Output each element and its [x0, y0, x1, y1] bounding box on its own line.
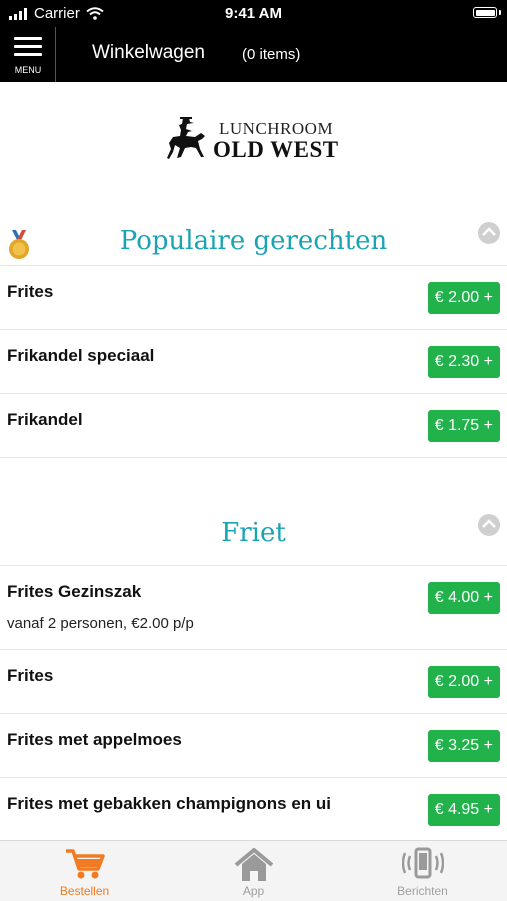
- item-name: Frites met gebakken champignons en ui: [7, 794, 332, 813]
- menu-button[interactable]: MENU: [0, 27, 56, 82]
- status-bar: Carrier 9:41 AM: [0, 0, 507, 27]
- menu-item-row[interactable]: Frites € 2.00 +: [0, 265, 507, 330]
- menu-item-row[interactable]: Frites Gezinszak vanaf 2 personen, €2.00…: [0, 565, 507, 650]
- restaurant-logo: LUNCHROOM OLD WEST: [165, 113, 345, 163]
- battery-tip: [499, 10, 501, 15]
- status-time: 9:41 AM: [225, 5, 282, 22]
- bottom-tab-bar: Bestellen App Berichten: [0, 840, 507, 901]
- section-title: Friet: [221, 518, 286, 548]
- menu-label: MENU: [14, 65, 42, 75]
- collapse-button[interactable]: [478, 514, 500, 536]
- tab-label: App: [242, 884, 265, 898]
- home-icon: [234, 848, 274, 881]
- add-price-button[interactable]: € 2.00 +: [427, 666, 500, 698]
- menu-item-row[interactable]: Frites € 2.00 +: [0, 649, 507, 714]
- add-price-button[interactable]: € 1.75 +: [427, 410, 500, 442]
- cart-icon: [66, 849, 105, 879]
- chevron-up-icon: [482, 227, 496, 236]
- battery-icon: [473, 7, 497, 18]
- section-divider: [0, 457, 507, 458]
- section-title: Populaire gerechten: [119, 226, 388, 256]
- tab-berichten[interactable]: Berichten: [338, 841, 507, 901]
- menu-item-row[interactable]: Frikandel € 1.75 +: [0, 393, 507, 458]
- tab-app[interactable]: App: [169, 841, 338, 901]
- item-name: Frites: [7, 282, 54, 301]
- add-price-button[interactable]: € 4.00 +: [427, 582, 500, 614]
- tab-label: Berichten: [397, 884, 448, 898]
- add-price-button[interactable]: € 4.95 +: [427, 794, 500, 826]
- hamburger-icon: [14, 37, 42, 61]
- cart-item-count: (0 items): [242, 46, 301, 63]
- add-price-button[interactable]: € 2.30 +: [427, 346, 500, 378]
- menu-item-row[interactable]: Frites met gebakken champignons en ui € …: [0, 777, 507, 841]
- item-name: Frikandel speciaal: [7, 346, 155, 365]
- menu-item-row[interactable]: Frites met appelmoes € 3.25 +: [0, 713, 507, 778]
- collapse-button[interactable]: [478, 222, 500, 244]
- item-name: Frites: [7, 666, 54, 685]
- item-name: Frites Gezinszak: [7, 582, 142, 601]
- section-header-populaire[interactable]: Populaire gerechten: [0, 218, 507, 268]
- section-header-friet[interactable]: Friet: [0, 510, 507, 560]
- logo-line-top: LUNCHROOM: [219, 119, 334, 138]
- add-price-button[interactable]: € 3.25 +: [427, 730, 500, 762]
- tab-label: Bestellen: [59, 884, 110, 898]
- app-header: MENU Winkelwagen (0 items): [0, 27, 507, 82]
- cowboy-horse-icon: [167, 117, 205, 159]
- logo-line-bottom: OLD WEST: [213, 137, 339, 162]
- tab-bestellen[interactable]: Bestellen: [0, 841, 169, 901]
- chevron-up-icon: [482, 519, 496, 528]
- menu-item-row[interactable]: Frikandel speciaal € 2.30 +: [0, 329, 507, 394]
- item-name: Frites met appelmoes: [7, 730, 182, 749]
- page-title: Winkelwagen: [92, 42, 205, 63]
- item-description: vanaf 2 personen, €2.00 p/p: [7, 615, 194, 632]
- phone-vibrate-icon: [402, 847, 444, 879]
- add-price-button[interactable]: € 2.00 +: [427, 282, 500, 314]
- item-name: Frikandel: [7, 410, 83, 429]
